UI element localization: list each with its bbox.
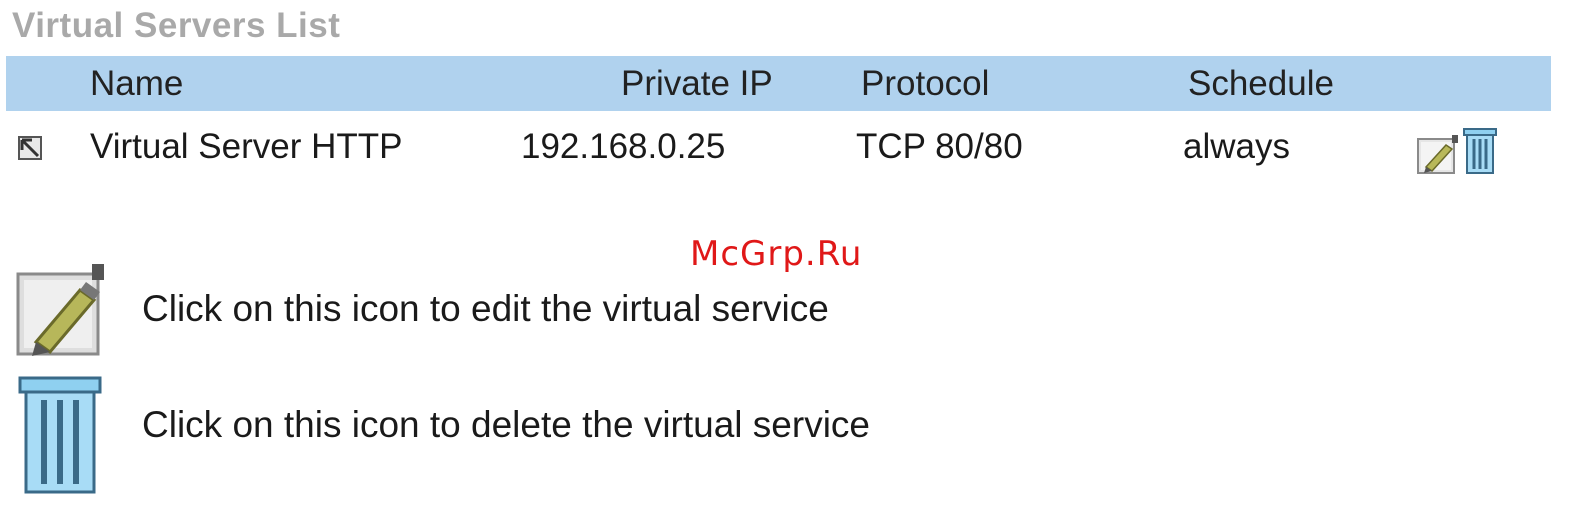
legend-edit: Click on this icon to edit the virtual s… [14, 264, 829, 361]
legend-delete: Click on this icon to delete the virtual… [14, 374, 870, 503]
virtual-servers-table: Name Private IP Protocol Schedule Virtua… [6, 56, 1551, 181]
check-mark-icon [20, 138, 40, 158]
row-schedule: always [1183, 127, 1290, 166]
section-title: Virtual Servers List [12, 6, 341, 45]
header-schedule: Schedule [1188, 64, 1334, 103]
edit-icon [16, 264, 104, 356]
table-header-row: Name Private IP Protocol Schedule [6, 56, 1551, 111]
header-name: Name [90, 64, 184, 103]
row-protocol: TCP 80/80 [856, 127, 1023, 166]
trash-icon [18, 376, 102, 494]
watermark: McGrp.Ru [690, 234, 863, 274]
row-name: Virtual Server HTTP [90, 127, 403, 166]
table-row: Virtual Server HTTP 192.168.0.25 TCP 80/… [6, 111, 1551, 181]
trash-icon[interactable] [1462, 127, 1498, 175]
edit-icon[interactable] [1416, 135, 1460, 175]
row-private-ip: 192.168.0.25 [521, 127, 726, 166]
row-checkbox[interactable] [18, 136, 42, 160]
header-protocol: Protocol [861, 64, 990, 103]
header-private-ip: Private IP [621, 64, 773, 103]
legend-edit-text: Click on this icon to edit the virtual s… [142, 288, 829, 329]
row-actions [1416, 121, 1498, 175]
legend-delete-text: Click on this icon to delete the virtual… [142, 404, 871, 445]
